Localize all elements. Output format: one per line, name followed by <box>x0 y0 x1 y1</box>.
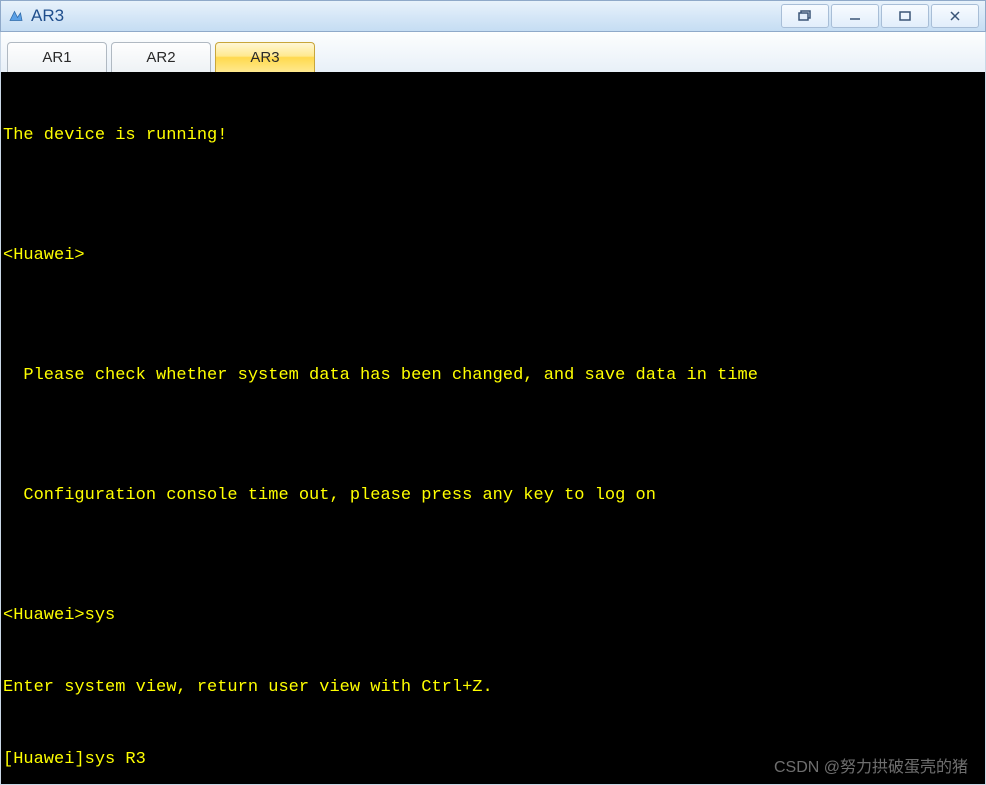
terminal-line: <Huawei>sys <box>3 604 983 628</box>
terminal-line: [Huawei]sys R3 <box>3 748 983 772</box>
terminal-line: The device is running! <box>3 124 983 148</box>
minimize-button[interactable] <box>831 4 879 28</box>
tab-ar1[interactable]: AR1 <box>7 42 107 72</box>
window-title: AR3 <box>31 6 779 26</box>
tab-ar3[interactable]: AR3 <box>215 42 315 72</box>
terminal-line: Enter system view, return user view with… <box>3 676 983 700</box>
terminal-line: Configuration console time out, please p… <box>3 484 983 508</box>
restore-button[interactable] <box>781 4 829 28</box>
terminal-line: <Huawei> <box>3 244 983 268</box>
app-icon <box>7 7 25 25</box>
tab-strip: AR1 AR2 AR3 <box>0 32 986 72</box>
close-button[interactable] <box>931 4 979 28</box>
window-titlebar: AR3 <box>0 0 986 32</box>
terminal-output[interactable]: The device is running! <Huawei> Please c… <box>0 72 986 785</box>
tab-ar2[interactable]: AR2 <box>111 42 211 72</box>
window-controls <box>779 4 979 28</box>
terminal-line: Please check whether system data has bee… <box>3 364 983 388</box>
maximize-button[interactable] <box>881 4 929 28</box>
